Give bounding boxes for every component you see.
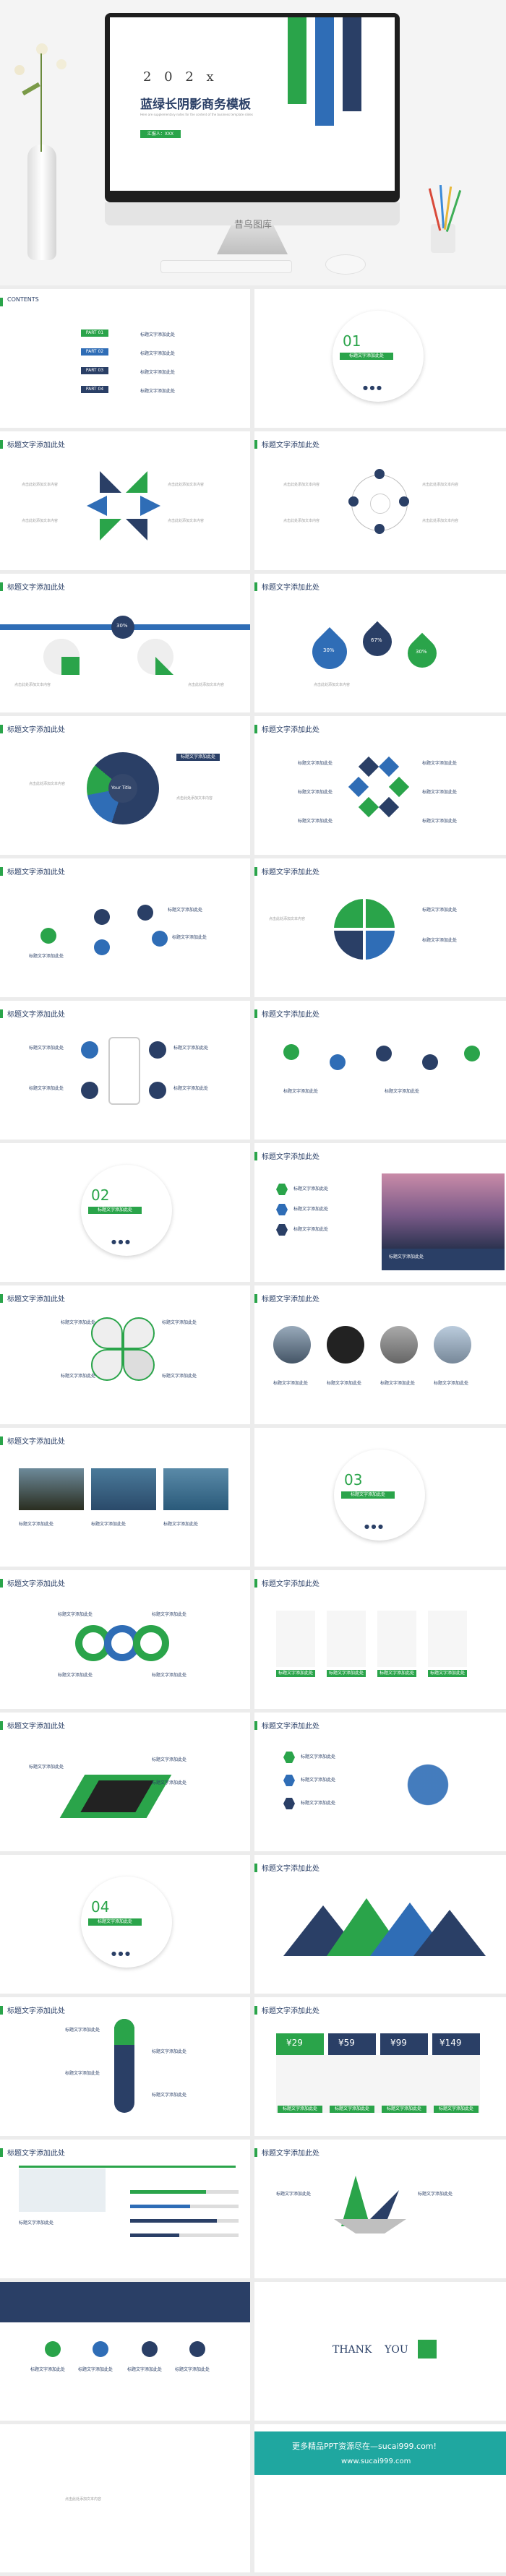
slide-round-icons: 标题文字添加此处 标题文字添加此处 标题文字添加此处 点击此处添加文本内容 bbox=[254, 858, 506, 997]
slide-section-02: 02 标题文字添加此处 ● ● ● bbox=[0, 1143, 250, 1282]
phone bbox=[108, 1037, 140, 1105]
cover-year: 2 0 2 x bbox=[143, 69, 218, 85]
contents-item-2: 标题文字添加此处 bbox=[140, 351, 176, 356]
part-04: PART 04 bbox=[81, 386, 108, 393]
part-01: PART 01 bbox=[81, 329, 108, 337]
cover-subtitle: Here are supplementary notes for the con… bbox=[140, 113, 253, 116]
thanks-text: THANK YOU bbox=[333, 2344, 408, 2356]
cover-stripe-navy bbox=[343, 17, 361, 111]
part-03: PART 03 bbox=[81, 367, 108, 374]
footer-banner bbox=[254, 2431, 506, 2475]
slide-thanks: THANK YOU bbox=[254, 2282, 506, 2421]
slide-photo-circles: 标题文字添加此处 标题文字添加此处 标题文字添加此处 标题文字添加此处 标题文字… bbox=[254, 1285, 506, 1424]
contents-item-3: 标题文字添加此处 bbox=[140, 370, 176, 375]
slide-cards: 标题文字添加此处 标题文字添加此处 标题文字添加此处 标题文字添加此处 标题文字… bbox=[254, 1570, 506, 1709]
slide-origami: 标题文字添加此处 标题文字添加此处 标题文字添加此处 bbox=[254, 2140, 506, 2278]
cover-stripe-blue bbox=[315, 17, 334, 126]
slide-pipe: 标题文字添加此处 30% 点击此处添加文本内容 点击此处添加文本内容 bbox=[0, 574, 250, 712]
footer-line-1: 更多精品PPT资源尽在—sucai999.com! bbox=[292, 2442, 437, 2451]
slide-icon-row: 标题文字添加此处 标题文字添加此处 标题文字添加此处 bbox=[254, 1001, 506, 1140]
contents-item-1: 标题文字添加此处 bbox=[140, 332, 176, 337]
cover-watermark: 昔鸟图库 bbox=[233, 220, 272, 231]
slide-bridge: 标题文字添加此处 标题文字添加此处 标题文字添加此处 标题文字添加此处 标题文字… bbox=[254, 1143, 506, 1282]
slide-pill: 标题文字添加此处 标题文字添加此处 标题文字添加此处 标题文字添加此处 标题文字… bbox=[0, 1997, 250, 2136]
slide-links: 标题文字添加此处 标题文字添加此处 标题文字添加此处 标题文字添加此处 标题文字… bbox=[0, 1570, 250, 1709]
footer-line-2: www.sucai999.com bbox=[341, 2457, 411, 2465]
flowers bbox=[7, 43, 80, 152]
slide-progress: 标题文字添加此处 标题文字添加此处 bbox=[0, 2140, 250, 2278]
cover-slide: 昔鸟图库 2 0 2 x 蓝绿长阴影商务模板 Here are suppleme… bbox=[0, 0, 506, 285]
slide-phone: 标题文字添加此处 标题文字添加此处 标题文字添加此处 标题文字添加此处 标题文字… bbox=[0, 1001, 250, 1140]
slide-pie: 标题文字添加此处 Your Title 标题文字添加此处 点击此处添加文本内容 … bbox=[0, 716, 250, 855]
slide-drops: 标题文字添加此处 30% 67% 30% 点击此处添加文本内容 bbox=[254, 574, 506, 712]
slide-photos-three: 标题文字添加此处 标题文字添加此处 标题文字添加此处 标题文字添加此处 bbox=[0, 1428, 250, 1567]
slide-copyright: 点击此处添加文本内容 bbox=[0, 2424, 250, 2572]
slide-cycle: 标题文字添加此处 点击此处添加文本内容 点击此处添加文本内容 点击此处添加文本内… bbox=[254, 431, 506, 570]
slide-icon-cloud: 标题文字添加此处 标题文字添加此处 标题文字添加此处 标题文字添加此处 bbox=[254, 1713, 506, 1851]
icon-cloud bbox=[377, 1741, 479, 1828]
slide-steps: 标题文字添加此处 标题文字添加此处 标题文字添加此处 标题文字添加此处 bbox=[0, 858, 250, 997]
arrow-cluster bbox=[87, 471, 160, 543]
vase bbox=[27, 145, 56, 260]
slide-bottom-icons: 标题文字添加此处 标题文字添加此处 标题文字添加此处 标题文字添加此处 bbox=[0, 2282, 250, 2421]
contents-item-4: 标题文字添加此处 bbox=[140, 389, 176, 394]
section-number: 01 bbox=[343, 332, 361, 350]
cover-title: 蓝绿长阴影商务模板 bbox=[140, 98, 251, 112]
contents-heading: CONTENTS bbox=[7, 296, 39, 303]
bridge-photo bbox=[382, 1173, 505, 1249]
cover-stripe-green bbox=[288, 17, 306, 104]
slide-section-01: 01 标题文字添加此处 ● ● ● bbox=[254, 289, 506, 428]
slide-section-03: 03 标题文字添加此处 ● ● ● bbox=[254, 1428, 506, 1567]
slide-clover: 标题文字添加此处 标题文字添加此处 标题文字添加此处 标题文字添加此处 标题文字… bbox=[0, 1285, 250, 1424]
section-label: 标题文字添加此处 bbox=[340, 353, 393, 360]
slide-hex: 标题文字添加此处 标题文字添加此处 标题文字添加此处 标题文字添加此处 标题文字… bbox=[254, 716, 506, 855]
slide-arrows: 标题文字添加此处 点击此处添加文本内容 点击此处添加文本内容 点击此处添加文本内… bbox=[0, 431, 250, 570]
cover-tag: 汇报人：XXX bbox=[140, 130, 181, 138]
keyboard bbox=[160, 260, 292, 273]
slide-footer: 更多精品PPT资源尽在—sucai999.com! www.sucai999.c… bbox=[254, 2424, 506, 2572]
mouse bbox=[325, 254, 366, 275]
slide-pricing: 标题文字添加此处 ¥29 ¥59 ¥99 ¥149 标题文字添加此处 标题文字添… bbox=[254, 1997, 506, 2136]
slide-contents: CONTENTS PART 01 标题文字添加此处 PART 02 标题文字添加… bbox=[0, 289, 250, 428]
slide-section-04: 04 标题文字添加此处 ● ● ● bbox=[0, 1855, 250, 1994]
slide-tablet: 标题文字添加此处 标题文字添加此处 标题文字添加此处 标题文字添加此处 bbox=[0, 1713, 250, 1851]
slide-mountains: 标题文字添加此处 bbox=[254, 1855, 506, 1994]
part-02: PART 02 bbox=[81, 348, 108, 356]
